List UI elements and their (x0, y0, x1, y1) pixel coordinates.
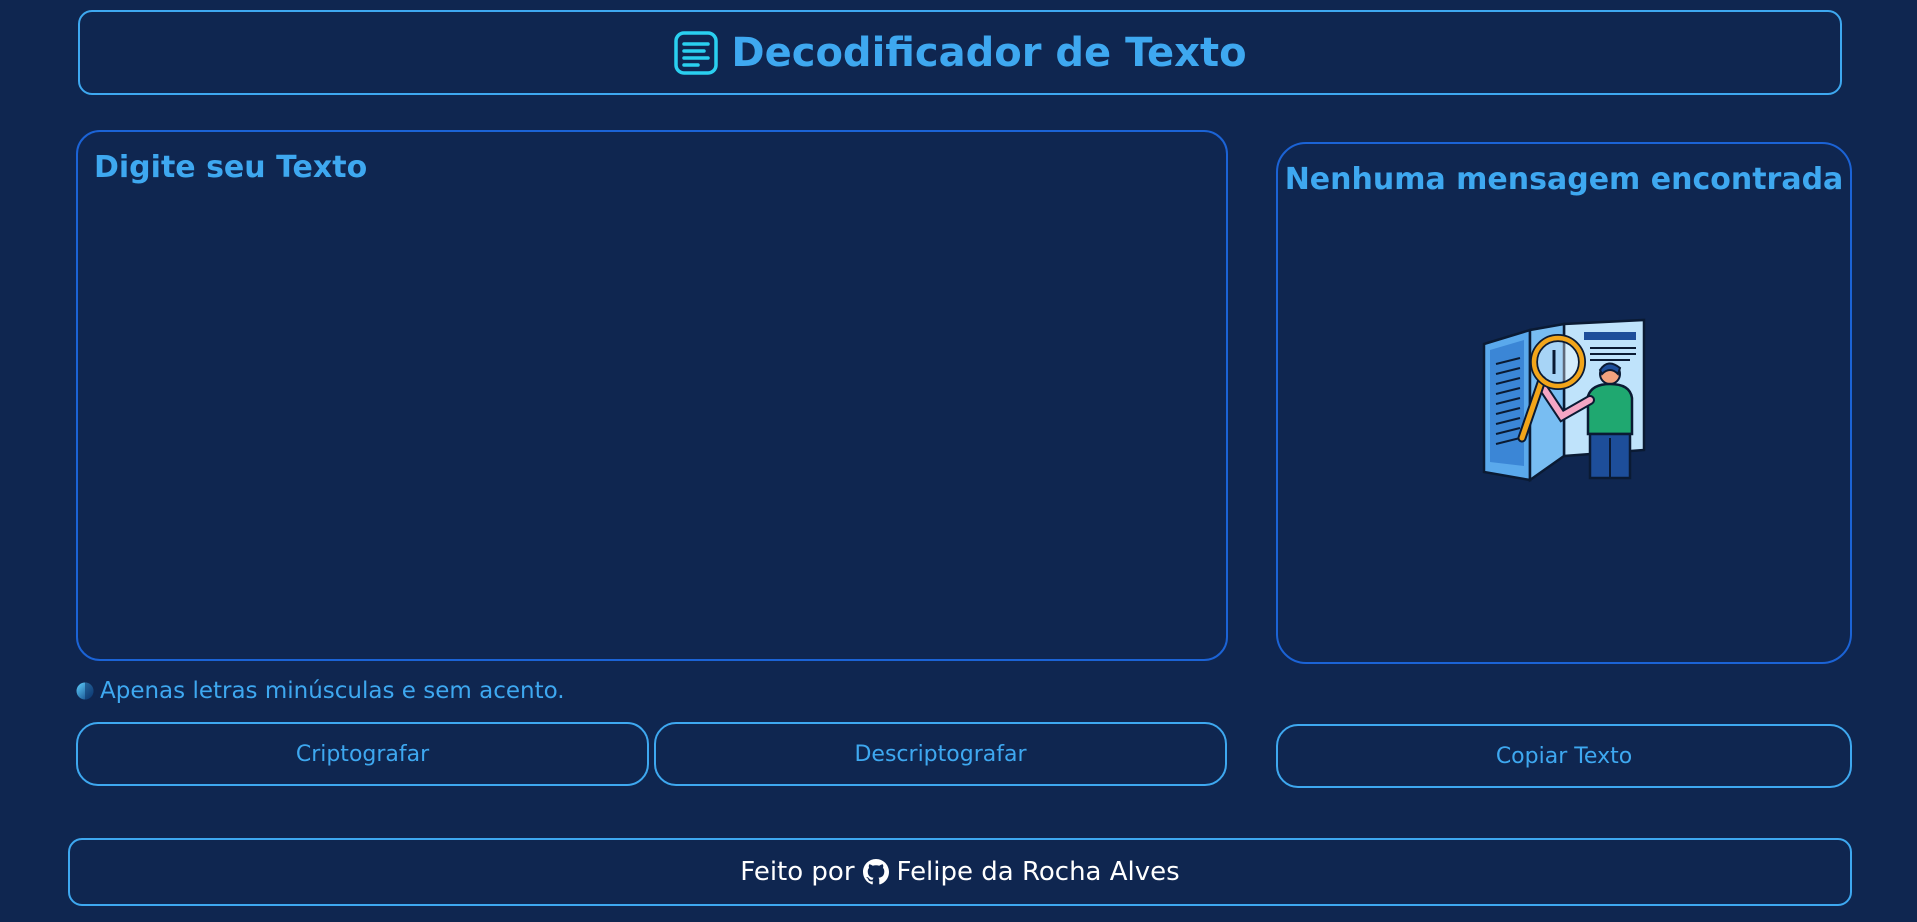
input-hint: Apenas letras minúsculas e sem acento. (76, 676, 565, 706)
hint-text: Apenas letras minúsculas e sem acento. (100, 678, 565, 704)
app-header: Decodificador de Texto (78, 10, 1842, 95)
text-input[interactable] (78, 132, 1226, 659)
app-page: Decodificador de Texto Apenas letras min… (0, 0, 1917, 922)
output-title: Nenhuma mensagem encontrada (1284, 162, 1844, 197)
input-panel (76, 130, 1228, 661)
github-icon[interactable] (862, 859, 889, 885)
footer-author-link[interactable]: Felipe da Rocha Alves (897, 857, 1180, 887)
output-panel: Nenhuma mensagem encontrada (1276, 142, 1852, 664)
info-circle-icon (76, 682, 94, 700)
person-with-magnifier-and-book-illustration (1480, 316, 1648, 484)
footer-prefix: Feito por (740, 857, 855, 887)
decrypt-button[interactable]: Descriptografar (654, 722, 1227, 786)
encrypt-button[interactable]: Criptografar (76, 722, 649, 786)
footer: Feito por Felipe da Rocha Alves (68, 838, 1852, 906)
page-title: Decodificador de Texto (731, 29, 1247, 76)
copy-button[interactable]: Copiar Texto (1276, 724, 1852, 788)
document-lines-icon (673, 29, 721, 77)
